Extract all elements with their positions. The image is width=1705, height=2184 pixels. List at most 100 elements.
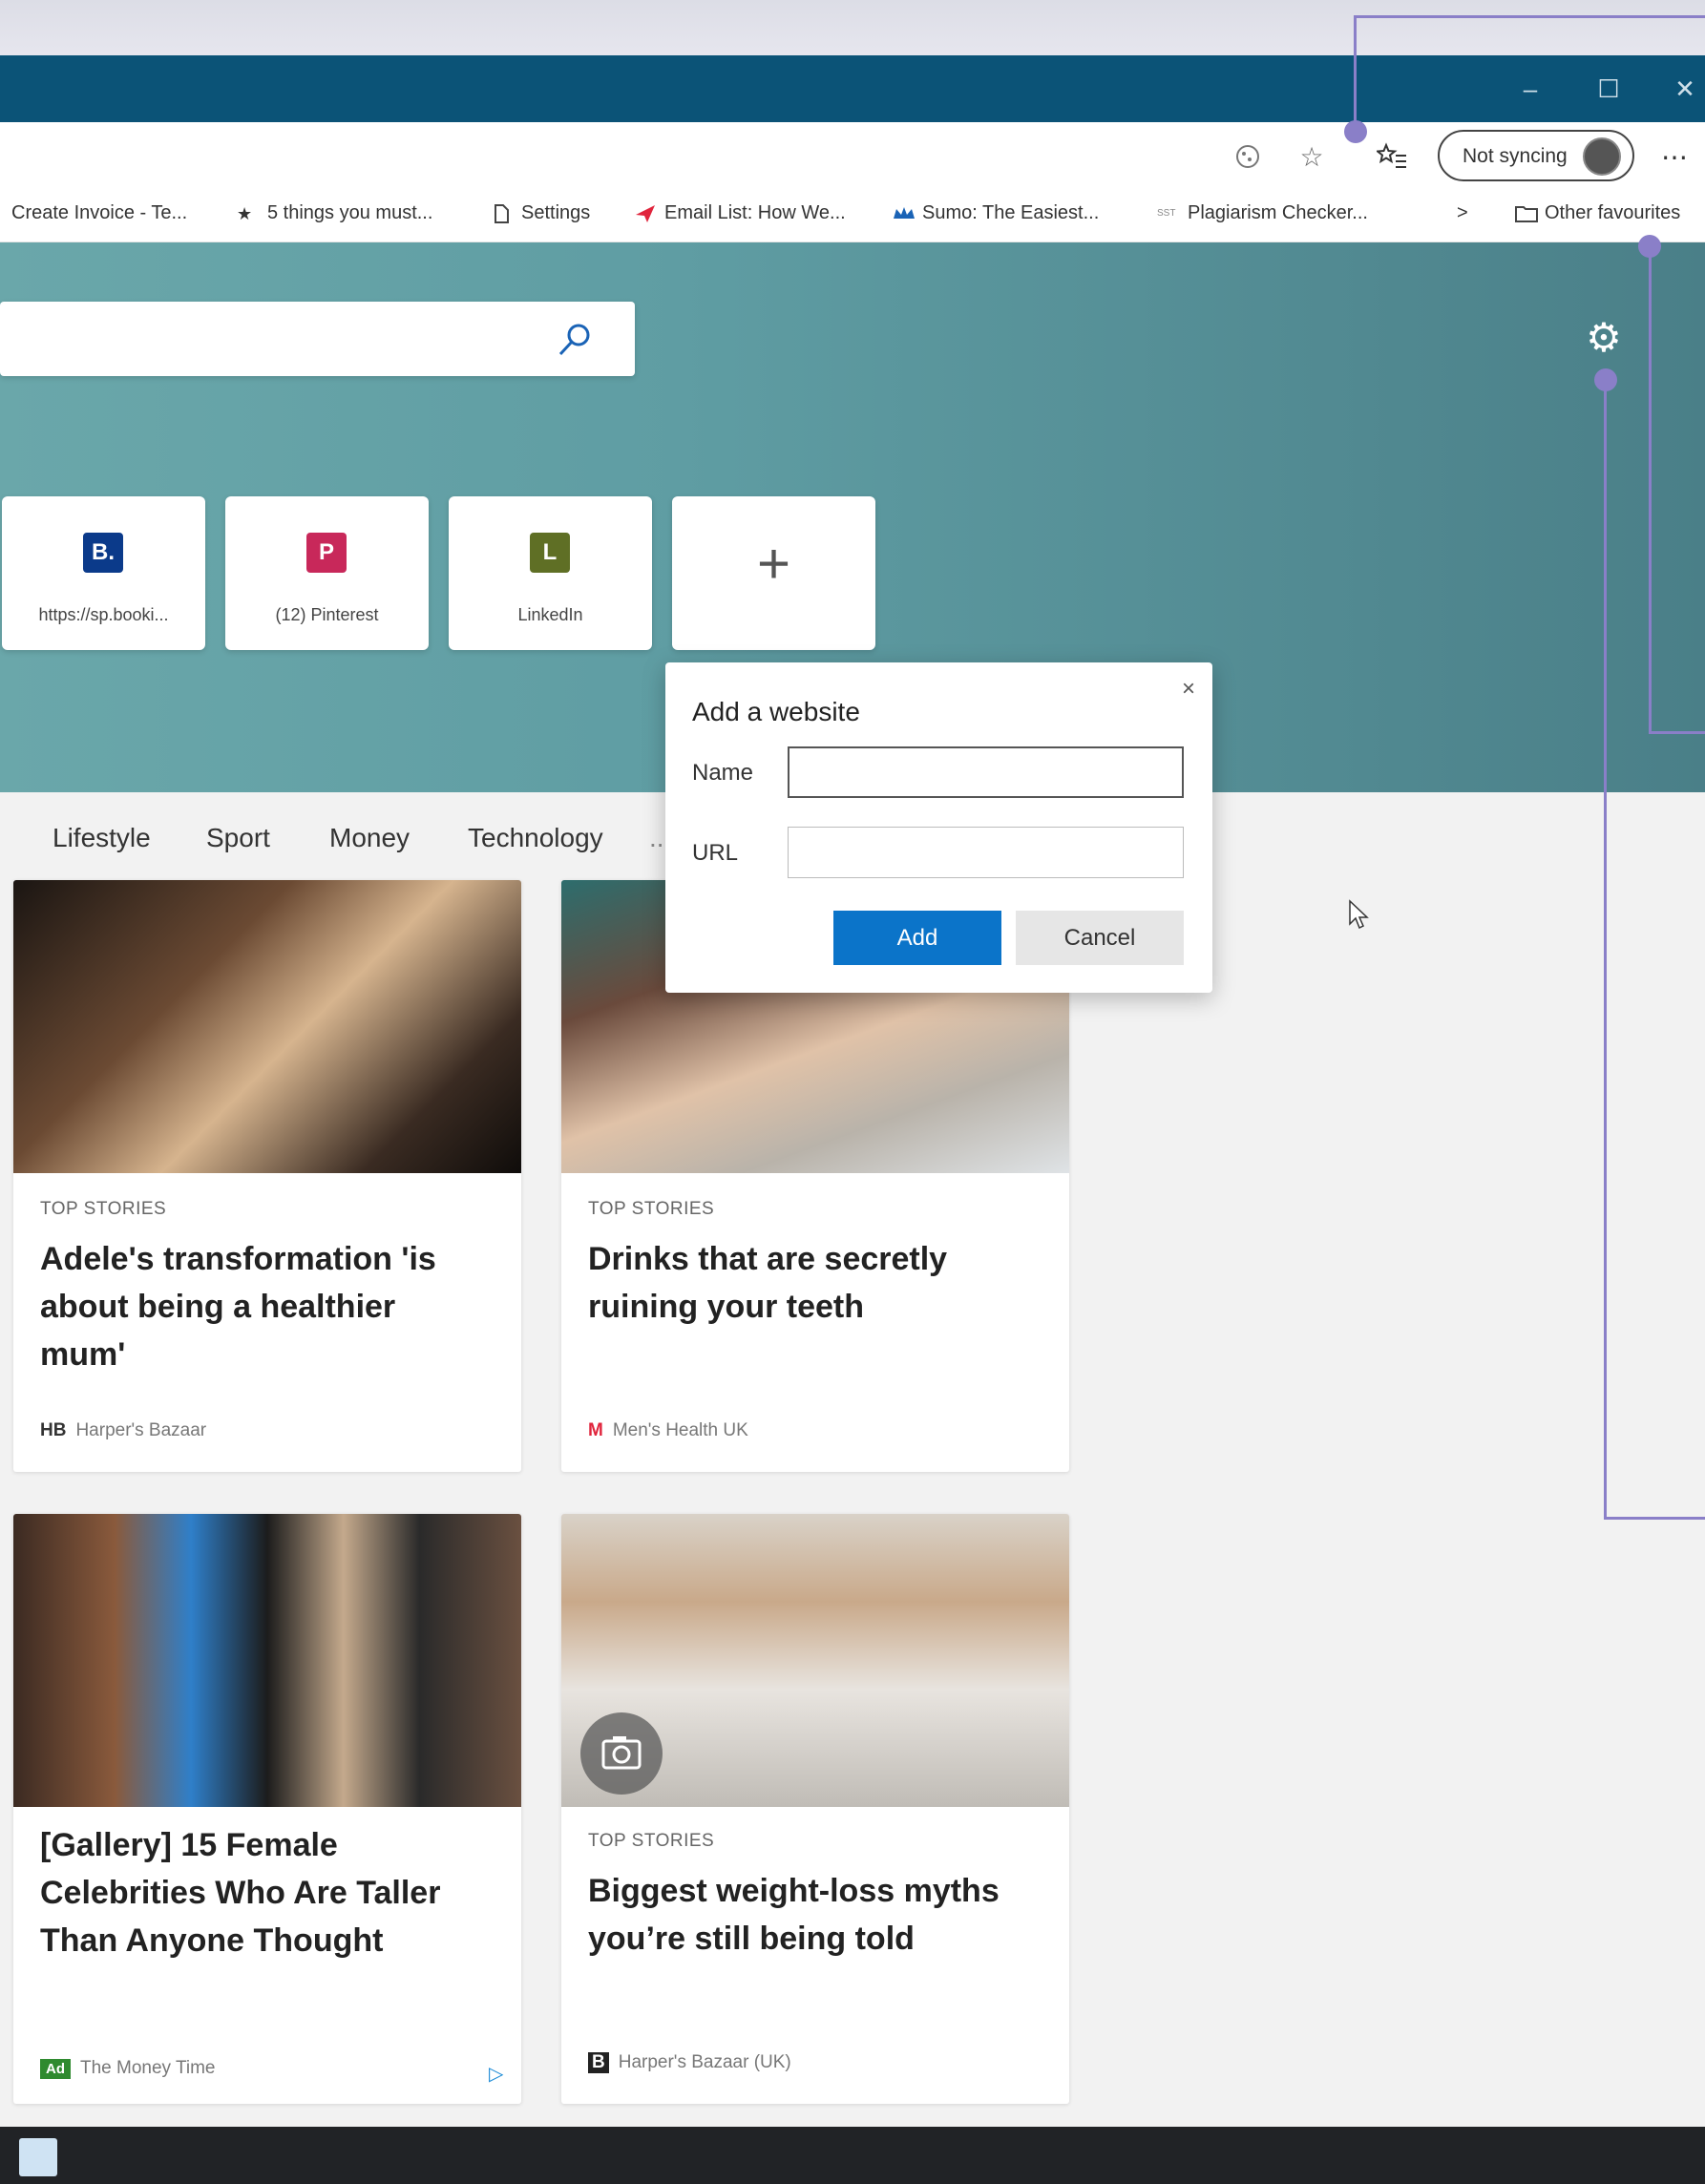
top-site-tile-linkedin[interactable]: L LinkedIn <box>449 496 652 650</box>
url-field[interactable] <box>788 827 1184 878</box>
avatar <box>1583 137 1621 176</box>
card-category: TOP STORIES <box>588 1831 715 1851</box>
favorites-list-icon[interactable] <box>1371 136 1413 178</box>
tab-money[interactable]: Money <box>329 823 410 853</box>
news-card[interactable]: TOP STORIES Adele's transformation 'is a… <box>13 880 521 1472</box>
favorite-label: Settings <box>521 202 591 223</box>
web-search-box[interactable] <box>0 302 635 376</box>
card-source: M Men's Health UK <box>588 1420 748 1441</box>
minimize-icon[interactable]: – <box>1497 55 1564 122</box>
source-name: Harper's Bazaar <box>75 1420 207 1440</box>
url-field-label: URL <box>692 840 739 866</box>
site-badge: L <box>530 533 570 573</box>
card-source: HB Harper's Bazaar <box>40 1420 206 1441</box>
top-site-tile-pinterest[interactable]: P (12) Pinterest <box>225 496 429 650</box>
sst-icon: SST <box>1157 207 1176 219</box>
favorite-item-plagiarism[interactable]: SST Plagiarism Checker... <box>1157 202 1368 224</box>
other-favourites-folder[interactable]: Other favourites <box>1514 202 1680 224</box>
close-window-icon[interactable]: ✕ <box>1652 55 1705 122</box>
card-headline[interactable]: Adele's transformation 'is about being a… <box>40 1235 489 1378</box>
search-icon[interactable] <box>556 321 594 364</box>
callout-line <box>1649 731 1705 734</box>
favorite-label: Sumo: The Easiest... <box>922 202 1100 223</box>
tab-technology[interactable]: Technology <box>468 823 603 853</box>
add-site-tile[interactable]: + <box>672 496 875 650</box>
title-bar <box>0 55 1705 122</box>
source-name: The Money Time <box>80 2058 216 2078</box>
card-source: Ad The Money Time <box>40 2058 216 2079</box>
folder-icon <box>1514 203 1538 224</box>
callout-line <box>1354 15 1357 132</box>
maximize-icon[interactable]: ☐ <box>1575 55 1642 122</box>
crown-icon <box>892 203 915 224</box>
favorite-label: Plagiarism Checker... <box>1188 202 1368 223</box>
tab-sport[interactable]: Sport <box>206 823 270 853</box>
star-icon: ★ <box>237 203 253 223</box>
news-image <box>13 1514 521 1807</box>
news-card[interactable]: TOP STORIES Biggest weight-loss myths yo… <box>561 1514 1069 2104</box>
favorite-item-5-things[interactable]: ★ 5 things you must... <box>237 202 432 224</box>
email-list-icon <box>634 203 655 224</box>
site-badge: P <box>306 533 347 573</box>
mouse-cursor-icon <box>1348 899 1375 932</box>
callout-line <box>1604 1517 1705 1520</box>
card-headline[interactable]: [Gallery] 15 Female Celebrities Who Are … <box>40 1821 489 1964</box>
card-headline[interactable]: Drinks that are secretly ruining your te… <box>588 1235 1037 1331</box>
taskbar-app-icon[interactable] <box>19 2138 57 2176</box>
favorites-overflow-chevron-icon[interactable]: > <box>1457 202 1468 224</box>
site-badge: B. <box>83 533 123 573</box>
tile-label: https://sp.booki... <box>38 605 169 624</box>
favorite-item-sumo[interactable]: Sumo: The Easiest... <box>892 202 1099 224</box>
favorite-item-settings[interactable]: Settings <box>491 202 590 224</box>
source-logo: B <box>588 2052 609 2073</box>
callout-dot <box>1638 235 1661 258</box>
source-name: Harper's Bazaar (UK) <box>618 2052 791 2072</box>
source-logo: M <box>588 1420 603 1440</box>
tracking-prevention-icon[interactable] <box>1228 136 1270 178</box>
callout-dot <box>1344 120 1367 143</box>
favorite-label: Email List: How We... <box>664 202 846 223</box>
window-top-background <box>0 0 1705 55</box>
favorite-label: Create Invoice - Te... <box>11 202 188 223</box>
card-category: TOP STORIES <box>588 1199 715 1219</box>
name-input[interactable] <box>789 748 1182 796</box>
more-options-icon[interactable]: ⋯ <box>1653 136 1695 178</box>
favorite-label: 5 things you must... <box>267 202 433 223</box>
page-settings-gear-icon[interactable]: ⚙ <box>1581 315 1627 361</box>
page-icon <box>491 203 512 224</box>
add-button[interactable]: Add <box>833 911 1001 965</box>
callout-line <box>1354 15 1705 18</box>
ad-badge: Ad <box>40 2058 71 2079</box>
source-logo: HB <box>40 1420 67 1440</box>
ad-choices-icon[interactable]: ▷ <box>489 2062 503 2086</box>
url-input[interactable] <box>789 828 1183 877</box>
dialog-title: Add a website <box>692 697 860 726</box>
callout-line <box>1604 380 1607 1520</box>
card-category: TOP STORIES <box>40 1199 167 1219</box>
favorite-item-create-invoice[interactable]: Create Invoice - Te... <box>11 202 187 224</box>
os-taskbar <box>0 2127 1705 2184</box>
source-name: Men's Health UK <box>612 1420 748 1440</box>
cancel-button[interactable]: Cancel <box>1016 911 1184 965</box>
tile-label: (12) Pinterest <box>275 605 379 624</box>
add-website-dialog: Add a website × Name URL Add Cancel <box>665 662 1212 993</box>
tab-lifestyle[interactable]: Lifestyle <box>53 823 151 853</box>
callout-dot <box>1594 368 1617 391</box>
news-image <box>13 880 521 1173</box>
profile-sync-button[interactable]: Not syncing <box>1438 130 1634 181</box>
favorite-item-email-list[interactable]: Email List: How We... <box>634 202 846 224</box>
tile-label: LinkedIn <box>517 605 583 624</box>
camera-gallery-icon[interactable] <box>580 1712 663 1795</box>
callout-line <box>1649 246 1652 733</box>
top-site-tile-booking[interactable]: B. https://sp.booki... <box>2 496 205 650</box>
plus-icon: + <box>756 532 791 596</box>
name-field[interactable] <box>788 746 1184 798</box>
card-source: B Harper's Bazaar (UK) <box>588 2052 791 2073</box>
card-headline[interactable]: Biggest weight-loss myths you’re still b… <box>588 1867 1037 1963</box>
name-field-label: Name <box>692 760 754 786</box>
other-favourites-label: Other favourites <box>1545 202 1681 223</box>
dialog-close-icon[interactable]: × <box>1182 676 1195 703</box>
add-favorite-star-icon[interactable]: ☆ <box>1291 136 1333 178</box>
news-card-ad[interactable]: [Gallery] 15 Female Celebrities Who Are … <box>13 1514 521 2104</box>
sync-status-label: Not syncing <box>1463 145 1568 167</box>
